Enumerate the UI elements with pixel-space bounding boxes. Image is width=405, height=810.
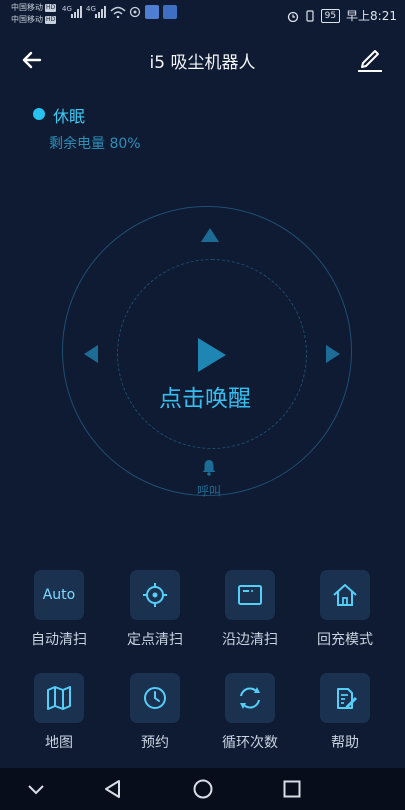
play-icon xyxy=(198,338,226,372)
schedule-button[interactable]: 预约 xyxy=(108,673,202,752)
wake-button[interactable]: 点击唤醒 xyxy=(150,334,260,424)
home-icon xyxy=(333,584,357,606)
arrow-right-icon[interactable] xyxy=(325,344,341,364)
arrow-up-icon[interactable] xyxy=(200,227,220,243)
carrier-2: 中国移动 HD xyxy=(11,15,57,24)
cycle-count-button[interactable]: 循环次数 xyxy=(203,673,297,752)
help-label: 帮助 xyxy=(331,735,359,751)
bell-icon xyxy=(202,460,216,476)
edge-icon xyxy=(238,585,262,605)
cycle-icon xyxy=(240,687,260,709)
call-button[interactable]: 呼叫 xyxy=(192,458,226,499)
schedule-tile xyxy=(130,673,180,723)
map-button[interactable]: 地图 xyxy=(12,673,106,752)
map-tile xyxy=(34,673,84,723)
recharge-mode-button[interactable]: 回充模式 xyxy=(298,570,392,649)
edge-tile xyxy=(225,570,275,620)
crosshair-icon xyxy=(143,583,167,607)
help-tile xyxy=(320,673,370,723)
auto-text: Auto xyxy=(42,587,76,603)
edit-icon[interactable] xyxy=(355,44,385,74)
page-title: i5 吸尘机器人 xyxy=(149,53,256,73)
status-right: 95 早上8:21 xyxy=(287,7,397,24)
wake-label: 点击唤醒 xyxy=(159,386,251,412)
nav-recents-icon[interactable] xyxy=(280,778,304,800)
auto-tile: Auto xyxy=(34,570,84,620)
alarm-icon xyxy=(287,11,298,22)
nav-back-icon[interactable] xyxy=(101,778,125,800)
cycle-tile xyxy=(225,673,275,723)
app-notification-icon-2 xyxy=(163,5,177,19)
vibrate-icon xyxy=(305,9,314,22)
wifi-icon xyxy=(110,6,126,18)
recharge-tile xyxy=(320,570,370,620)
spot-tile xyxy=(130,570,180,620)
auto-clean-label: 自动清扫 xyxy=(31,632,87,648)
signal-icon xyxy=(95,6,106,18)
help-button[interactable]: 帮助 xyxy=(298,673,392,752)
carrier-1: 中国移动 HD xyxy=(11,3,57,12)
edge-clean-label: 沿边清扫 xyxy=(222,632,278,648)
nav-home-icon[interactable] xyxy=(191,778,215,800)
recharge-mode-label: 回充模式 xyxy=(317,632,373,648)
chevron-down-icon[interactable] xyxy=(24,778,48,800)
arrow-left-icon[interactable] xyxy=(83,344,99,364)
signal-icon xyxy=(71,6,82,18)
system-nav-bar xyxy=(0,768,405,810)
remaining-battery: 剩余电量 80% xyxy=(49,136,141,152)
help-icon xyxy=(337,688,357,709)
status-dot xyxy=(33,108,45,120)
cycle-count-label: 循环次数 xyxy=(222,735,278,751)
clock: 早上8:21 xyxy=(346,9,397,23)
map-icon xyxy=(47,686,71,710)
edge-clean-button[interactable]: 沿边清扫 xyxy=(203,570,297,649)
spot-clean-button[interactable]: 定点清扫 xyxy=(108,570,202,649)
status-bar: 中国移动 HD 中国移动 HD 4G 4G 95 早上8:21 xyxy=(0,0,405,30)
clock-icon xyxy=(144,687,166,709)
app-notification-icon xyxy=(145,5,159,19)
sync-icon xyxy=(129,6,141,18)
spot-clean-label: 定点清扫 xyxy=(127,632,183,648)
app-header: i5 吸尘机器人 xyxy=(0,38,405,82)
call-label: 呼叫 xyxy=(196,484,221,498)
battery-indicator: 95 xyxy=(320,8,341,23)
auto-clean-button[interactable]: Auto 自动清扫 xyxy=(12,570,106,649)
schedule-label: 预约 xyxy=(141,735,169,751)
robot-state: 休眠 xyxy=(53,107,86,126)
map-label: 地图 xyxy=(45,735,73,751)
